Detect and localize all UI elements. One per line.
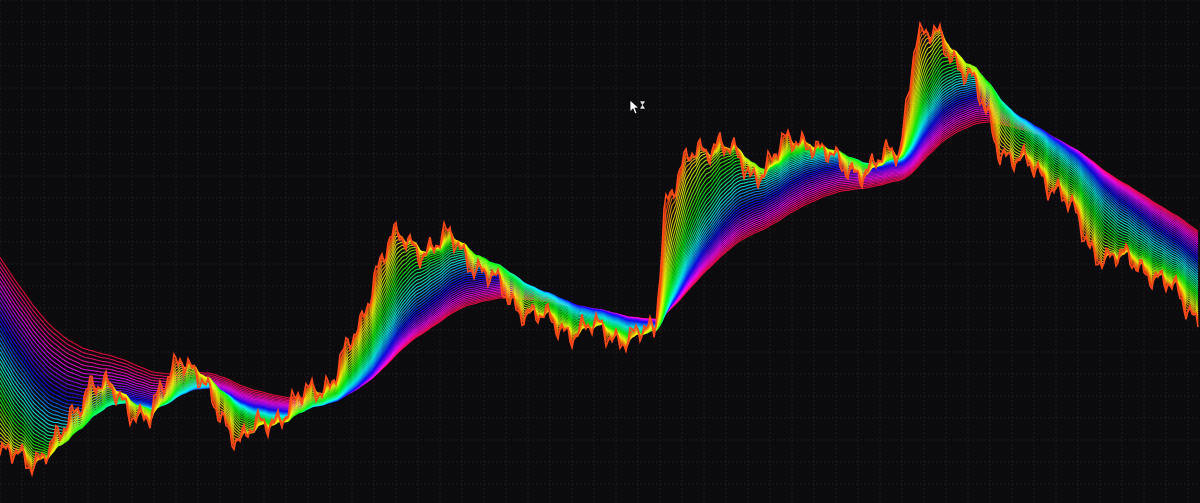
moving-average-line-2 — [0, 26, 1199, 473]
moving-average-line-9 — [0, 40, 1199, 460]
moving-average-line-8 — [0, 37, 1199, 462]
ma-ribbon-chart — [0, 0, 1200, 503]
price-line-group — [0, 20, 1199, 478]
moving-average-line-1 — [0, 25, 1199, 474]
busy-cursor-icon — [629, 99, 646, 115]
moving-average-line-4 — [0, 28, 1199, 468]
grid — [0, 0, 1200, 503]
moving-average-line-5 — [0, 29, 1199, 467]
moving-average-line-7 — [0, 34, 1199, 464]
moving-average-line-44 — [0, 121, 1199, 399]
moving-average-line-30 — [0, 94, 1199, 413]
moving-average-line-6 — [0, 31, 1199, 465]
moving-average-line-3 — [0, 27, 1199, 470]
moving-average-ribbon — [0, 25, 1199, 474]
price-line — [0, 20, 1199, 478]
